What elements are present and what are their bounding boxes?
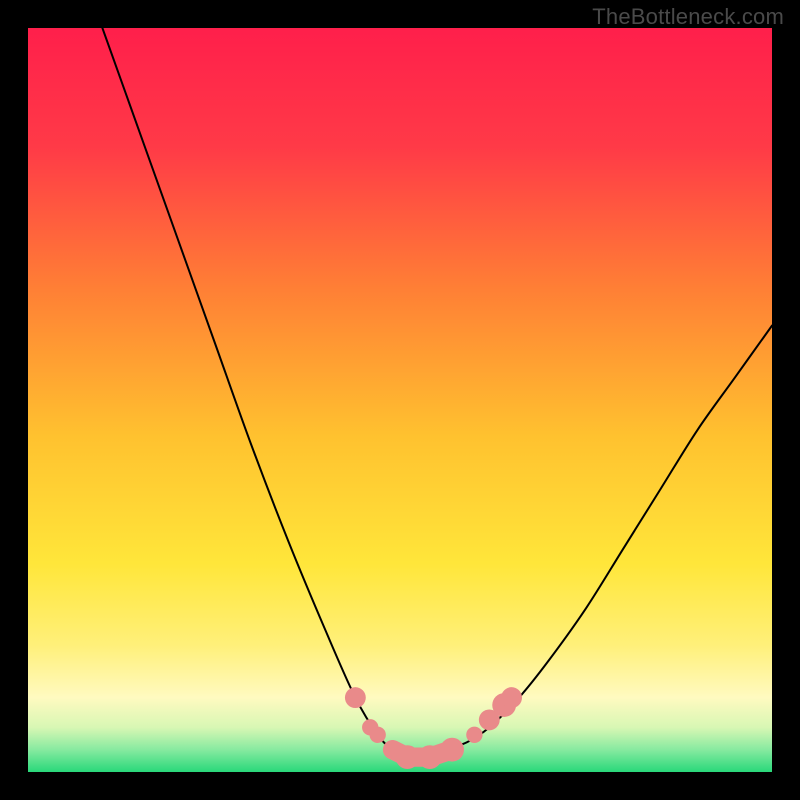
curve-layer (28, 28, 772, 772)
marker-dot (345, 687, 366, 708)
marker-band (393, 750, 453, 757)
marker-dot (369, 727, 385, 743)
marker-dot (466, 727, 482, 743)
chart-frame: TheBottleneck.com (0, 0, 800, 800)
optimal-markers (345, 687, 522, 769)
plot-area (28, 28, 772, 772)
marker-dot (501, 687, 522, 708)
bottleneck-curve (102, 28, 772, 758)
watermark-text: TheBottleneck.com (592, 4, 784, 30)
